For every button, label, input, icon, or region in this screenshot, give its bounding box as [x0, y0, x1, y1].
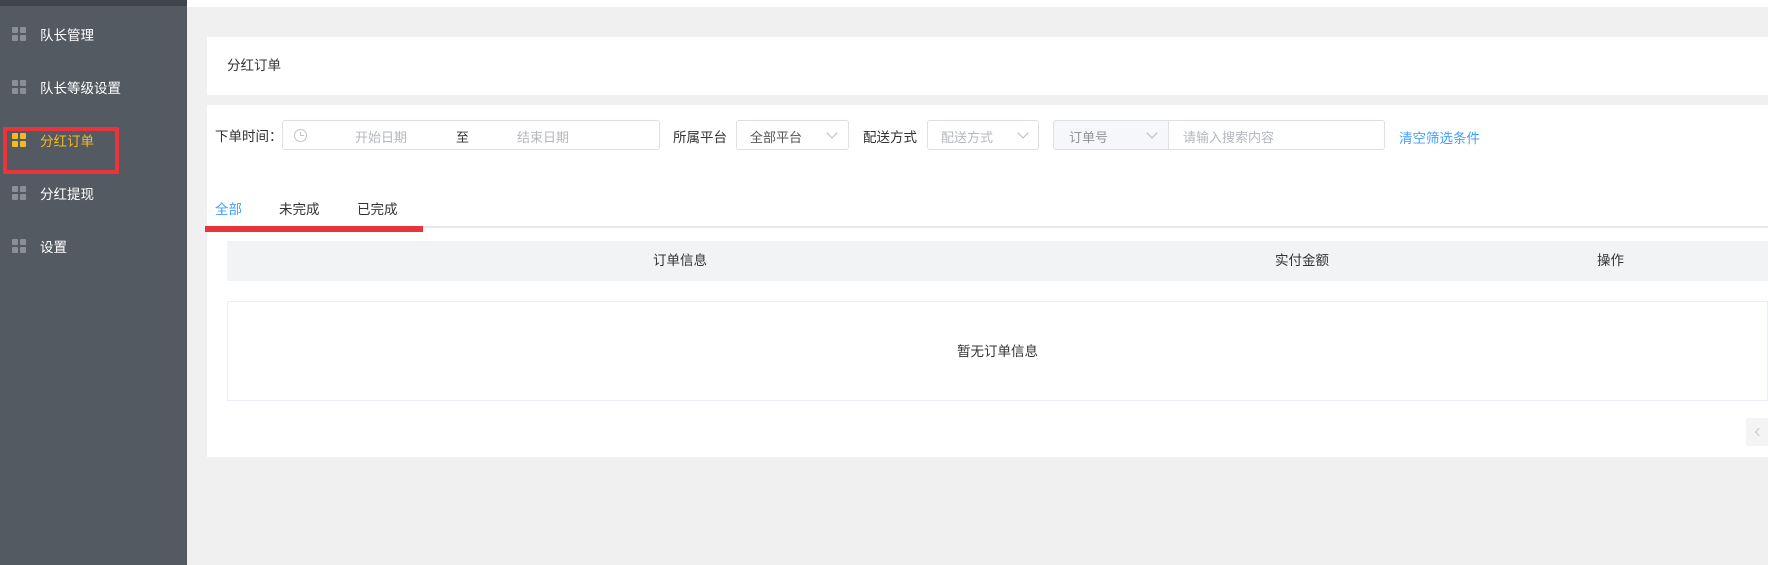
clock-icon [294, 129, 307, 142]
column-order-info: 订单信息 [653, 253, 707, 269]
tab-all[interactable]: 全部 [215, 198, 242, 218]
sidebar-item-label: 队长管理 [40, 28, 94, 44]
pagination-prev-button[interactable] [1746, 418, 1768, 446]
empty-state-text: 暂无订单信息 [957, 344, 1038, 360]
page-title-card: 分红订单 [207, 37, 1768, 95]
sidebar-item-label: 队长等级设置 [40, 81, 121, 97]
grid-icon [12, 186, 26, 200]
sidebar: 队长管理 队长等级设置 分红订单 分红提现 设置 [0, 0, 187, 565]
annotation-underline [205, 226, 423, 232]
platform-select[interactable]: 全部平台 [736, 120, 849, 150]
chevron-down-icon [1146, 127, 1158, 139]
grid-icon [12, 80, 26, 94]
page-title: 分红订单 [227, 58, 281, 74]
end-date-input[interactable]: 结束日期 [517, 127, 569, 146]
sidebar-item-captain-level-settings[interactable]: 队长等级设置 [0, 67, 187, 107]
tab-incomplete[interactable]: 未完成 [279, 198, 320, 218]
delivery-label: 配送方式 [863, 130, 917, 146]
range-separator: 至 [456, 131, 470, 146]
clear-filters-link[interactable]: 清空筛选条件 [1399, 127, 1480, 147]
sidebar-item-label: 分红提现 [40, 187, 94, 203]
column-paid-amount: 实付金额 [1275, 253, 1329, 269]
sidebar-item-label: 设置 [40, 240, 67, 256]
sidebar-item-settings[interactable]: 设置 [0, 226, 187, 266]
delivery-select[interactable]: 配送方式 [927, 120, 1039, 150]
chevron-down-icon [1017, 127, 1029, 139]
sidebar-item-captain-management[interactable]: 队长管理 [0, 14, 187, 54]
sidebar-top-bar [0, 0, 187, 6]
platform-select-value: 全部平台 [750, 131, 803, 146]
start-date-input[interactable]: 开始日期 [355, 127, 407, 146]
main-card [207, 105, 1768, 457]
search-input[interactable]: 请输入搜索内容 [1168, 120, 1385, 150]
empty-state: 暂无订单信息 [227, 301, 1768, 401]
search-input-placeholder: 请输入搜索内容 [1183, 131, 1275, 146]
annotation-highlight-box [3, 127, 119, 174]
column-actions: 操作 [1597, 253, 1624, 269]
sidebar-item-dividend-withdrawal[interactable]: 分红提现 [0, 173, 187, 213]
order-time-label: 下单时间： [215, 129, 283, 145]
date-range-picker[interactable]: 开始日期 至 结束日期 [282, 120, 660, 150]
delivery-select-placeholder: 配送方式 [941, 131, 994, 146]
tab-completed[interactable]: 已完成 [357, 198, 398, 218]
chevron-down-icon [826, 127, 838, 139]
table-header: 订单信息 实付金额 操作 [227, 241, 1768, 281]
search-type-select[interactable]: 订单号 [1053, 120, 1169, 150]
grid-icon [12, 239, 26, 253]
tabs-divider [205, 226, 1768, 228]
grid-icon [12, 27, 26, 41]
chevron-left-icon [1754, 427, 1764, 437]
top-strip [187, 0, 1768, 7]
search-type-value: 订单号 [1069, 131, 1109, 146]
platform-label: 所属平台 [673, 130, 727, 146]
